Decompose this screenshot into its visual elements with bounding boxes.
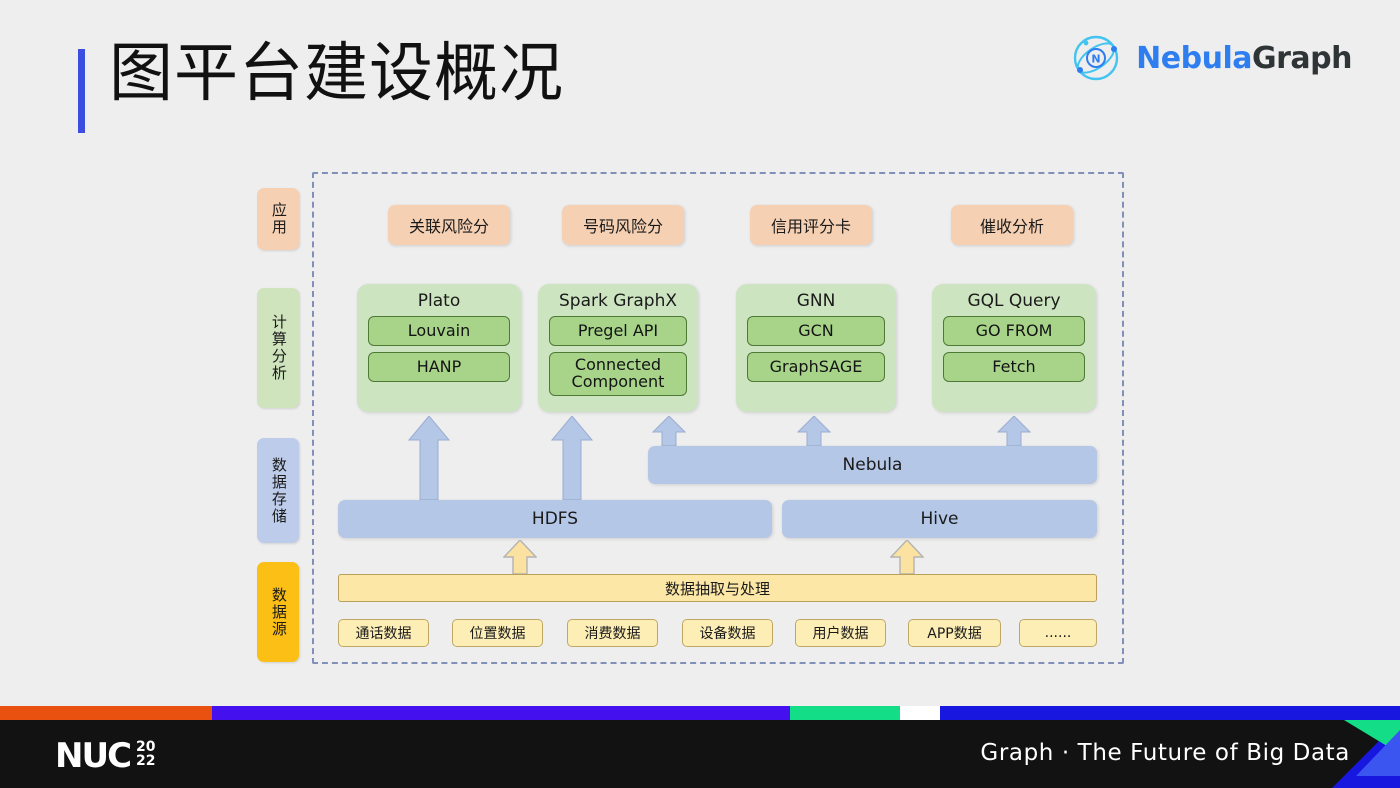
app-box-1[interactable]: 关联风险分 bbox=[388, 205, 510, 245]
strip-segment-green bbox=[790, 706, 900, 720]
strip-segment-white bbox=[900, 706, 940, 720]
app-box-3[interactable]: 信用评分卡 bbox=[750, 205, 872, 245]
strip-segment-orange bbox=[0, 706, 212, 720]
footer-color-strip bbox=[0, 706, 1400, 720]
storage-bar-hdfs-label: HDFS bbox=[531, 509, 579, 529]
footer-bar: NUC 20 22 Graph · The Future of Big Data bbox=[0, 720, 1400, 788]
storage-bar-hive[interactable]: Hive bbox=[782, 500, 1097, 538]
compute-item-pregel-api[interactable]: Pregel API bbox=[549, 316, 687, 346]
app-box-2[interactable]: 号码风险分 bbox=[562, 205, 684, 245]
compute-item-louvain[interactable]: Louvain bbox=[368, 316, 510, 346]
source-chip-2[interactable]: 位置数据 bbox=[452, 619, 543, 647]
layer-label-application-text: 应用 bbox=[269, 202, 288, 236]
source-chip-3[interactable]: 消费数据 bbox=[567, 619, 658, 647]
app-box-3-label: 信用评分卡 bbox=[770, 217, 851, 236]
slide: 图平台建设概况 N NebulaGraph 应用 计算分析 数据存储 数据源 关… bbox=[0, 0, 1400, 788]
arrow-hdfs-to-spark-graphx bbox=[551, 416, 593, 500]
compute-box-spark-graphx[interactable]: Spark GraphX Pregel API Connected Compon… bbox=[538, 284, 698, 412]
nuc-logo-year-top: 20 bbox=[136, 739, 156, 755]
storage-bar-nebula[interactable]: Nebula bbox=[648, 446, 1097, 484]
logo-mark-letter: N bbox=[1092, 53, 1101, 66]
layer-label-storage-text: 数据存储 bbox=[269, 456, 288, 525]
layer-label-storage: 数据存储 bbox=[257, 438, 299, 543]
title-accent-bar bbox=[78, 49, 85, 133]
layer-label-compute-text: 计算分析 bbox=[269, 314, 288, 382]
layer-label-datasource: 数据源 bbox=[257, 562, 299, 662]
strip-segment-violet bbox=[212, 706, 790, 720]
arrow-pipeline-to-hive bbox=[890, 540, 924, 574]
compute-box-gnn[interactable]: GNN GCN GraphSAGE bbox=[736, 284, 896, 412]
app-box-1-label: 关联风险分 bbox=[408, 217, 489, 236]
source-chip-5-label: 用户数据 bbox=[812, 626, 869, 642]
compute-box-plato-title: Plato bbox=[417, 291, 461, 311]
source-chip-5[interactable]: 用户数据 bbox=[795, 619, 886, 647]
storage-bar-nebula-label: Nebula bbox=[842, 455, 903, 475]
source-chip-2-label: 位置数据 bbox=[469, 626, 526, 642]
compute-item-gcn[interactable]: GCN bbox=[747, 316, 885, 346]
logo-word-graph: Graph bbox=[1252, 40, 1353, 76]
arrow-pipeline-to-hdfs bbox=[503, 540, 537, 574]
arrow-nebula-to-gnn bbox=[797, 416, 831, 446]
layer-label-datasource-text: 数据源 bbox=[269, 586, 288, 638]
compute-box-plato[interactable]: Plato Louvain HANP bbox=[357, 284, 521, 412]
source-chip-6[interactable]: APP数据 bbox=[908, 619, 1001, 647]
source-chip-6-label: APP数据 bbox=[927, 626, 982, 642]
compute-item-fetch[interactable]: Fetch bbox=[943, 352, 1085, 382]
compute-item-go-from[interactable]: GO FROM bbox=[943, 316, 1085, 346]
source-chip-7-label: ...... bbox=[1044, 625, 1072, 641]
nuc-logo-word: NUC bbox=[55, 736, 132, 776]
footer-corner-decoration bbox=[1332, 720, 1400, 788]
storage-bar-hdfs[interactable]: HDFS bbox=[338, 500, 772, 538]
footer-tagline: Graph · The Future of Big Data bbox=[980, 740, 1350, 766]
strip-segment-blue bbox=[940, 706, 1400, 720]
compute-box-gnn-title: GNN bbox=[796, 291, 836, 311]
source-chip-7[interactable]: ...... bbox=[1019, 619, 1097, 647]
arrow-nebula-to-gql-query bbox=[997, 416, 1031, 446]
page-title: 图平台建设概况 bbox=[109, 37, 564, 111]
logo-wordmark: NebulaGraph bbox=[1136, 41, 1352, 76]
compute-item-graphsage[interactable]: GraphSAGE bbox=[747, 352, 885, 382]
source-chip-1[interactable]: 通话数据 bbox=[338, 619, 429, 647]
source-chip-1-label: 通话数据 bbox=[355, 626, 412, 642]
arrow-hdfs-to-plato bbox=[408, 416, 450, 500]
compute-item-connected-component[interactable]: Connected Component bbox=[549, 352, 687, 396]
app-box-4-label: 催收分析 bbox=[979, 217, 1044, 236]
app-box-2-label: 号码风险分 bbox=[582, 217, 663, 236]
compute-item-hanp[interactable]: HANP bbox=[368, 352, 510, 382]
nuc-logo: NUC 20 22 bbox=[55, 736, 156, 776]
source-chip-4-label: 设备数据 bbox=[699, 626, 756, 642]
compute-box-spark-graphx-title: Spark GraphX bbox=[558, 291, 678, 311]
source-chip-3-label: 消费数据 bbox=[584, 626, 641, 642]
nuc-logo-year: 20 22 bbox=[136, 736, 155, 768]
app-box-4[interactable]: 催收分析 bbox=[951, 205, 1073, 245]
storage-bar-hive-label: Hive bbox=[920, 509, 959, 529]
nuc-logo-year-bottom: 22 bbox=[136, 753, 156, 769]
source-pipeline-label: 数据抽取与处理 bbox=[664, 579, 770, 598]
source-pipeline-bar[interactable]: 数据抽取与处理 bbox=[338, 574, 1097, 602]
layer-label-compute: 计算分析 bbox=[257, 288, 299, 408]
compute-box-gql-query[interactable]: GQL Query GO FROM Fetch bbox=[932, 284, 1096, 412]
compute-box-gql-query-title: GQL Query bbox=[967, 291, 1061, 311]
nebulagraph-orbit-icon: N bbox=[1068, 30, 1124, 86]
nebulagraph-logo: N NebulaGraph bbox=[1068, 30, 1353, 86]
layer-label-application: 应用 bbox=[257, 188, 299, 250]
logo-word-nebula: Nebula bbox=[1136, 40, 1252, 76]
arrow-nebula-to-spark-graphx bbox=[652, 416, 686, 446]
page-title-block: 图平台建设概况 bbox=[78, 42, 564, 133]
source-chip-4[interactable]: 设备数据 bbox=[682, 619, 773, 647]
